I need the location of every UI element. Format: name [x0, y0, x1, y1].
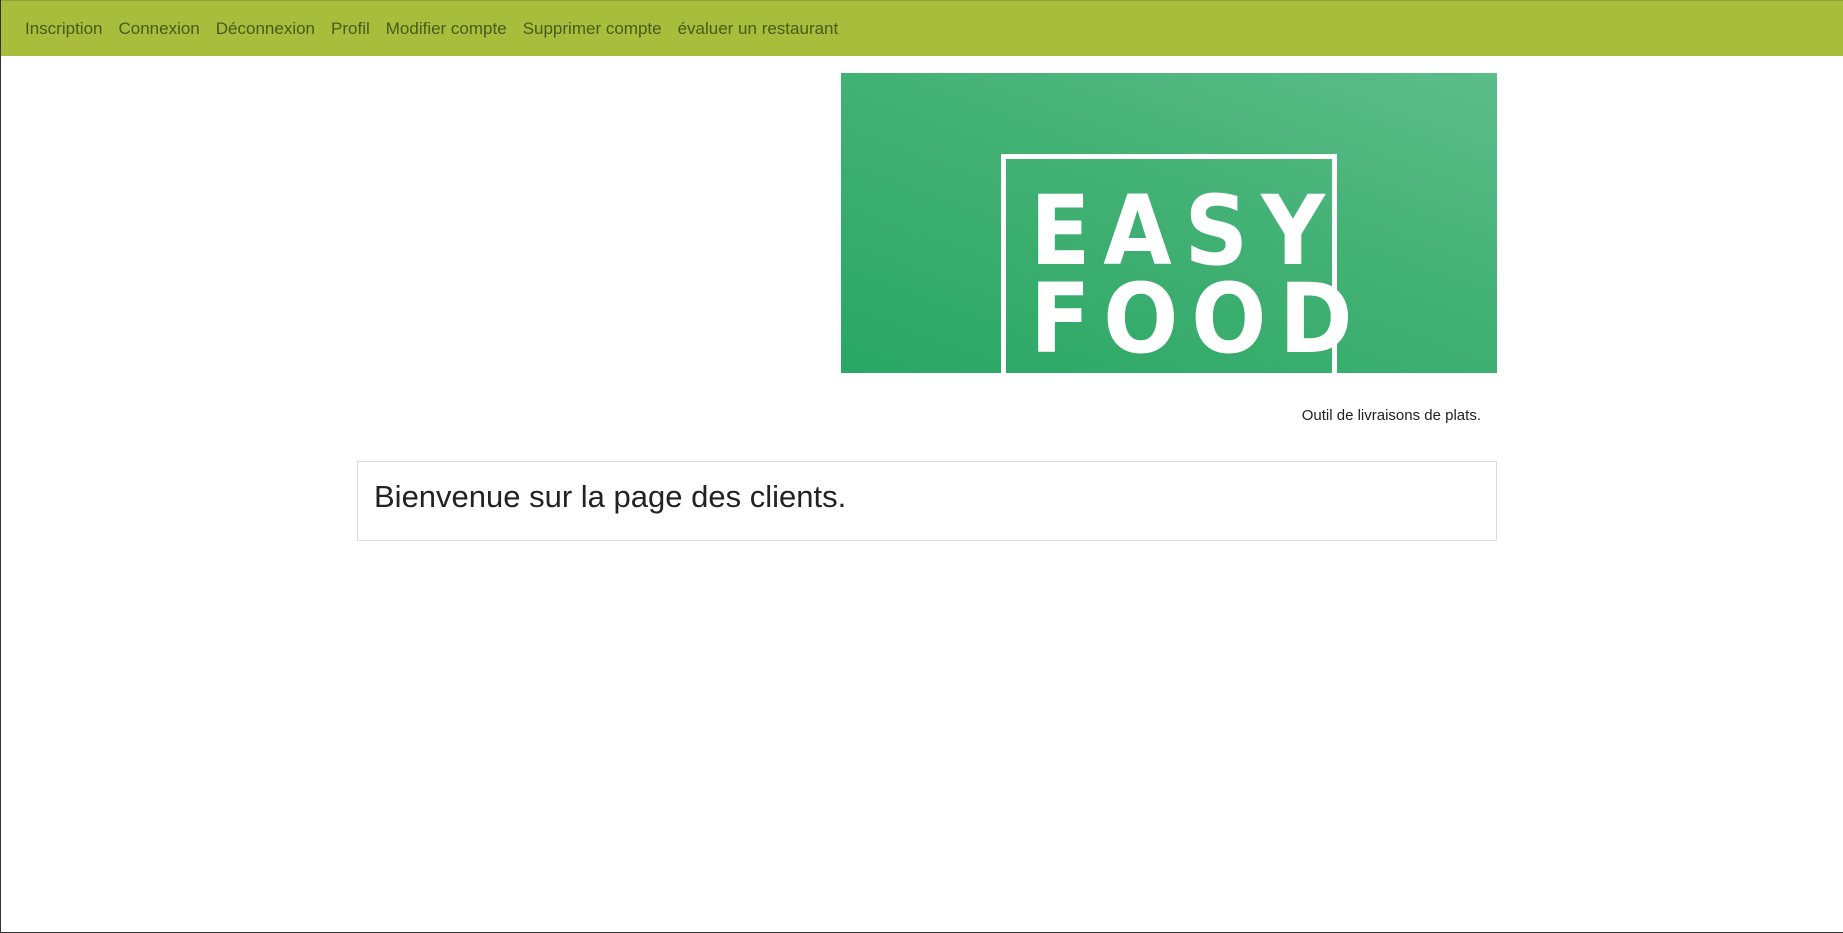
page-heading: Bienvenue sur la page des clients.: [374, 479, 847, 514]
nav-link-profil[interactable]: Profil: [323, 1, 378, 57]
easyfood-logo-banner: EASY FOOD: [841, 73, 1497, 373]
nav-link-modifier-compte[interactable]: Modifier compte: [378, 1, 515, 57]
logo-frame: EASY FOOD: [1001, 154, 1366, 373]
nav-link-supprimer-compte[interactable]: Supprimer compte: [515, 1, 670, 57]
welcome-panel: Bienvenue sur la page des clients.: [357, 461, 1497, 541]
top-navbar: Inscription Connexion Déconnexion Profil…: [1, 0, 1843, 56]
nav-link-evaluer-restaurant[interactable]: évaluer un restaurant: [670, 1, 847, 57]
nav-link-connexion[interactable]: Connexion: [110, 1, 207, 57]
nav-link-inscription[interactable]: Inscription: [17, 1, 110, 57]
nav-link-deconnexion[interactable]: Déconnexion: [208, 1, 323, 57]
site-tagline: Outil de livraisons de plats.: [1301, 407, 1481, 424]
logo-text-food: FOOD: [1030, 263, 1366, 373]
